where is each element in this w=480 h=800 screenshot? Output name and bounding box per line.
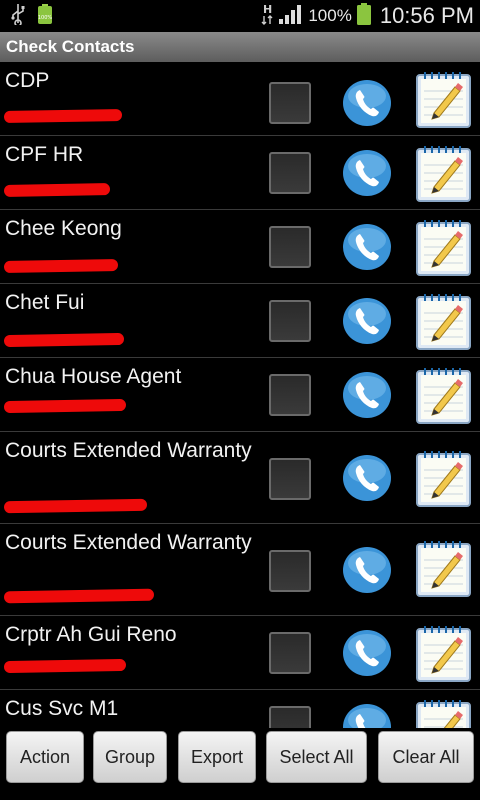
action-button[interactable]: Action bbox=[6, 731, 84, 783]
contact-name: Crptr Ah Gui Reno bbox=[5, 623, 177, 646]
contact-name: CDP bbox=[5, 69, 50, 92]
select-checkbox[interactable] bbox=[269, 550, 311, 592]
contact-name: Chet Fui bbox=[5, 291, 85, 314]
call-icon[interactable] bbox=[342, 79, 392, 127]
edit-note-icon[interactable] bbox=[415, 69, 472, 129]
group-button[interactable]: Group bbox=[93, 731, 167, 783]
redaction-mark bbox=[3, 183, 111, 197]
signal-strength-icon bbox=[278, 3, 304, 30]
list-item[interactable]: Courts Extended Warranty bbox=[0, 432, 480, 524]
list-item[interactable]: Chee Keong bbox=[0, 210, 480, 284]
select-checkbox[interactable] bbox=[269, 458, 311, 500]
hspa-data-icon: H bbox=[260, 2, 274, 31]
select-checkbox[interactable] bbox=[269, 82, 311, 124]
list-item[interactable]: Crptr Ah Gui Reno bbox=[0, 616, 480, 690]
battery-percent: 100% bbox=[308, 6, 352, 25]
contact-name: Chee Keong bbox=[5, 217, 122, 240]
title-bar: Check Contacts bbox=[0, 32, 480, 62]
redaction-mark bbox=[3, 108, 123, 124]
call-icon[interactable] bbox=[342, 297, 392, 345]
edit-note-icon[interactable] bbox=[415, 143, 472, 203]
page-title: Check Contacts bbox=[6, 37, 135, 56]
contact-name: Courts Extended Warranty bbox=[5, 531, 252, 554]
edit-note-icon[interactable] bbox=[415, 365, 472, 425]
select-checkbox[interactable] bbox=[269, 152, 311, 194]
edit-note-icon[interactable] bbox=[415, 538, 472, 598]
call-icon[interactable] bbox=[342, 149, 392, 197]
redaction-mark bbox=[3, 259, 119, 273]
battery-icon bbox=[356, 2, 372, 31]
redaction-mark bbox=[3, 398, 127, 414]
edit-note-icon[interactable] bbox=[415, 291, 472, 351]
list-item[interactable]: Chua House Agent bbox=[0, 358, 480, 432]
select-all-button[interactable]: Select All bbox=[266, 731, 367, 783]
clear-all-button[interactable]: Clear All bbox=[378, 731, 474, 783]
select-checkbox[interactable] bbox=[269, 374, 311, 416]
list-item[interactable]: Cus Svc M1 bbox=[0, 690, 480, 728]
call-icon[interactable] bbox=[342, 223, 392, 271]
redaction-mark bbox=[3, 588, 155, 604]
redaction-mark bbox=[3, 498, 148, 514]
clock: 10:56 PM bbox=[379, 3, 474, 28]
call-icon[interactable] bbox=[342, 454, 392, 502]
list-item[interactable]: Chet Fui bbox=[0, 284, 480, 358]
select-checkbox[interactable] bbox=[269, 300, 311, 342]
edit-note-icon[interactable] bbox=[415, 623, 472, 683]
call-icon[interactable] bbox=[342, 703, 392, 728]
call-icon[interactable] bbox=[342, 546, 392, 594]
list-item[interactable]: Courts Extended Warranty bbox=[0, 524, 480, 616]
select-checkbox[interactable] bbox=[269, 632, 311, 674]
edit-note-icon[interactable] bbox=[415, 448, 472, 508]
redaction-mark bbox=[3, 658, 127, 674]
list-item[interactable]: CDP bbox=[0, 62, 480, 136]
select-checkbox[interactable] bbox=[269, 706, 311, 728]
export-button[interactable]: Export bbox=[178, 731, 256, 783]
call-icon[interactable] bbox=[342, 629, 392, 677]
contact-name: Chua House Agent bbox=[5, 365, 182, 388]
call-icon[interactable] bbox=[342, 371, 392, 419]
status-bar: 100% H 100% 10:56 PM bbox=[0, 0, 480, 32]
contact-list[interactable]: CDP CPF HR Chee Keong Chet Fui Chua Hous… bbox=[0, 62, 480, 728]
redaction-mark bbox=[3, 332, 125, 348]
contact-name: Courts Extended Warranty bbox=[5, 439, 252, 462]
select-checkbox[interactable] bbox=[269, 226, 311, 268]
svg-text:100%: 100% bbox=[38, 15, 53, 21]
contact-name: CPF HR bbox=[5, 143, 84, 166]
svg-text:H: H bbox=[263, 3, 272, 16]
edit-note-icon[interactable] bbox=[415, 697, 472, 728]
edit-note-icon[interactable] bbox=[415, 217, 472, 277]
usb-icon bbox=[10, 3, 26, 30]
list-item[interactable]: CPF HR bbox=[0, 136, 480, 210]
contact-name: Cus Svc M1 bbox=[5, 697, 119, 720]
battery-full-small-icon: 100% bbox=[36, 3, 54, 30]
action-button-bar: Action Group Export Select All Clear All bbox=[0, 728, 480, 800]
